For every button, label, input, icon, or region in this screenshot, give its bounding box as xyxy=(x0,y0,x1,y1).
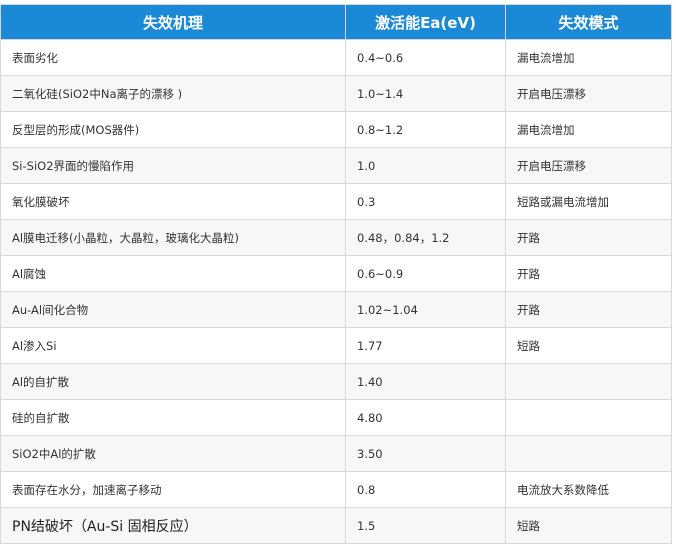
activation-energy-cell: 0.4~0.6 xyxy=(345,39,506,76)
table-row: 硅的自扩散 4.80 xyxy=(0,399,672,436)
mechanism-cell: 硅的自扩散 xyxy=(0,399,346,436)
failure-mode-cell: 短路 xyxy=(505,507,672,544)
activation-energy-cell: 1.0~1.4 xyxy=(345,75,506,112)
activation-energy-cell: 0.8~1.2 xyxy=(345,111,506,148)
activation-energy-cell: 0.3 xyxy=(345,183,506,220)
failure-mode-cell xyxy=(505,399,672,436)
table-row: Al膜电迁移(小晶粒，大晶粒，玻璃化大晶粒) 0.48，0.84，1.2 开路 xyxy=(0,219,672,256)
mechanism-cell: 二氧化硅(SiO2中Na离子的漂移 ) xyxy=(0,75,346,112)
header-failure-mechanism: 失效机理 xyxy=(0,4,346,40)
activation-energy-cell: 1.77 xyxy=(345,327,506,364)
mechanism-cell: 表面劣化 xyxy=(0,39,346,76)
failure-mode-cell: 漏电流增加 xyxy=(505,111,672,148)
table-row: Al腐蚀 0.6~0.9 开路 xyxy=(0,255,672,292)
failure-mode-cell: 漏电流增加 xyxy=(505,39,672,76)
activation-energy-cell: 0.48，0.84，1.2 xyxy=(345,219,506,256)
failure-mode-cell: 开路 xyxy=(505,291,672,328)
table-row: Au-Al间化合物 1.02~1.04 开路 xyxy=(0,291,672,328)
failure-mode-cell: 开路 xyxy=(505,255,672,292)
mechanism-cell: Al膜电迁移(小晶粒，大晶粒，玻璃化大晶粒) xyxy=(0,219,346,256)
mechanism-cell: PN结破坏（Au-Si 固相反应） xyxy=(0,507,346,544)
mechanism-cell: 表面存在水分，加速离子移动 xyxy=(0,471,346,508)
mechanism-cell: 反型层的形成(MOS器件) xyxy=(0,111,346,148)
mechanism-cell: 氧化膜破坏 xyxy=(0,183,346,220)
header-activation-energy: 激活能Ea(eV) xyxy=(345,4,506,40)
table-row: Al的自扩散 1.40 xyxy=(0,363,672,400)
table-row: Si-SiO2界面的慢陷作用 1.0 开启电压漂移 xyxy=(0,147,672,184)
activation-energy-cell: 1.02~1.04 xyxy=(345,291,506,328)
activation-energy-cell: 1.5 xyxy=(345,507,506,544)
failure-mode-cell: 开启电压漂移 xyxy=(505,147,672,184)
mechanism-cell: Al渗入Si xyxy=(0,327,346,364)
table-body: 表面劣化 0.4~0.6 漏电流增加 二氧化硅(SiO2中Na离子的漂移 ) 1… xyxy=(0,39,672,544)
table-row: PN结破坏（Au-Si 固相反应） 1.5 短路 xyxy=(0,507,672,544)
mechanism-cell: SiO2中Al的扩散 xyxy=(0,435,346,472)
activation-energy-cell: 0.8 xyxy=(345,471,506,508)
table-row: 反型层的形成(MOS器件) 0.8~1.2 漏电流增加 xyxy=(0,111,672,148)
failure-mode-cell: 电流放大系数降低 xyxy=(505,471,672,508)
failure-mode-cell xyxy=(505,435,672,472)
header-row: 失效机理 激活能Ea(eV) 失效模式 xyxy=(0,4,672,40)
failure-mode-cell xyxy=(505,363,672,400)
table-row: 表面存在水分，加速离子移动 0.8 电流放大系数降低 xyxy=(0,471,672,508)
activation-energy-cell: 0.6~0.9 xyxy=(345,255,506,292)
table-row: 二氧化硅(SiO2中Na离子的漂移 ) 1.0~1.4 开启电压漂移 xyxy=(0,75,672,112)
table-row: Al渗入Si 1.77 短路 xyxy=(0,327,672,364)
failure-mode-cell: 短路 xyxy=(505,327,672,364)
activation-energy-cell: 3.50 xyxy=(345,435,506,472)
table-row: SiO2中Al的扩散 3.50 xyxy=(0,435,672,472)
failure-mechanism-table: 失效机理 激活能Ea(eV) 失效模式 表面劣化 0.4~0.6 漏电流增加 二… xyxy=(0,4,672,544)
header-failure-mode: 失效模式 xyxy=(505,4,672,40)
activation-energy-cell: 4.80 xyxy=(345,399,506,436)
table-row: 氧化膜破坏 0.3 短路或漏电流增加 xyxy=(0,183,672,220)
table-header: 失效机理 激活能Ea(eV) 失效模式 xyxy=(0,4,672,40)
activation-energy-cell: 1.0 xyxy=(345,147,506,184)
activation-energy-cell: 1.40 xyxy=(345,363,506,400)
failure-mode-cell: 开启电压漂移 xyxy=(505,75,672,112)
mechanism-cell: Au-Al间化合物 xyxy=(0,291,346,328)
table-row: 表面劣化 0.4~0.6 漏电流增加 xyxy=(0,39,672,76)
mechanism-cell: Al的自扩散 xyxy=(0,363,346,400)
mechanism-cell: Al腐蚀 xyxy=(0,255,346,292)
mechanism-cell: Si-SiO2界面的慢陷作用 xyxy=(0,147,346,184)
failure-mode-cell: 开路 xyxy=(505,219,672,256)
failure-mechanism-table-container: 失效机理 激活能Ea(eV) 失效模式 表面劣化 0.4~0.6 漏电流增加 二… xyxy=(0,4,672,544)
failure-mode-cell: 短路或漏电流增加 xyxy=(505,183,672,220)
